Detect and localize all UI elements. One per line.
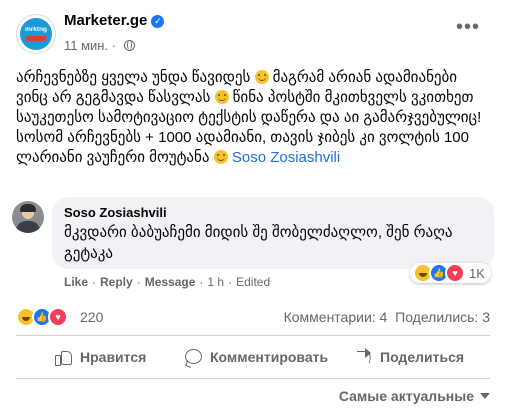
love-reaction-icon: ♥ — [48, 307, 68, 327]
page-logo-text: mrktng — [24, 26, 48, 33]
post-meta: 11 мин. · — [64, 38, 135, 53]
comment-bubble: Soso Zosiashvili მკვდარი ბაბუაჩემი მიდის… — [52, 197, 494, 269]
page-avatar[interactable]: mrktng — [16, 14, 56, 54]
like-icon — [54, 348, 72, 366]
sort-label: Самые актуальные — [338, 388, 474, 404]
caret-down-icon — [480, 393, 490, 399]
comment-edited-label: Edited — [236, 275, 271, 289]
comment-button[interactable]: Комментировать — [184, 345, 328, 369]
reaction-summary: 👍 ♥ 220 Комментарии: 4 Поделились: 3 — [16, 303, 490, 331]
comment-button-label: Комментировать — [210, 349, 329, 365]
page-logo: mrktng — [20, 18, 52, 50]
like-button[interactable]: Нравится — [54, 345, 146, 369]
comment-time[interactable]: 1 h — [207, 275, 224, 289]
like-button-label: Нравится — [80, 349, 147, 365]
comment-icon — [184, 348, 202, 366]
shares-count-link[interactable]: Поделились: 3 — [395, 309, 490, 325]
more-icon[interactable]: ••• — [452, 17, 484, 40]
love-reaction-icon: ♥ — [445, 263, 465, 283]
comment-message-link[interactable]: Message — [145, 275, 196, 289]
post-text-part1: არჩევნებზე ყველა უნდა წავიდეს — [16, 69, 251, 86]
post-stats: Комментарии: 4 Поделились: 3 — [284, 309, 490, 325]
post-reaction-count[interactable]: 220 — [80, 309, 103, 325]
comments-count-link[interactable]: Комментарии: 4 — [284, 309, 388, 325]
comment-reactions[interactable]: 👍 ♥ 1K — [410, 263, 491, 283]
comment-reaction-count: 1K — [469, 265, 485, 281]
post-reactions[interactable]: 👍 ♥ — [16, 307, 68, 327]
share-button-label: Поделиться — [380, 349, 465, 365]
comment-author[interactable]: Soso Zosiashvili — [64, 204, 482, 221]
comment-reply-link[interactable]: Reply — [100, 275, 133, 289]
post-header: mrktng Marketer.ge ✓ 11 мин. · ••• — [0, 0, 506, 62]
post-text: არჩევნებზე ყველა უნდა წავიდეს მაგრამ არი… — [16, 68, 492, 168]
smile-emoji-icon — [214, 90, 229, 104]
comment-sort-dropdown[interactable]: Самые актуальные — [339, 388, 490, 404]
page-logo-strip — [26, 36, 46, 41]
mention-link[interactable]: Soso Zosiashvili — [232, 149, 340, 166]
page-name[interactable]: Marketer.ge — [64, 12, 147, 29]
smile-emoji-icon — [213, 150, 228, 164]
comment-actions: Like · Reply · Message · 1 h · Edited — [64, 275, 271, 289]
share-icon — [354, 348, 372, 366]
comment-text: მკვდარი ბაბუაჩემი მიდის შე შობელძაღლო, შ… — [64, 224, 453, 262]
commenter-avatar[interactable] — [12, 201, 44, 233]
divider — [16, 335, 490, 336]
comment-like-link[interactable]: Like — [64, 275, 88, 289]
share-button[interactable]: Поделиться — [354, 345, 464, 369]
globe-icon[interactable] — [123, 40, 135, 51]
post-card: mrktng Marketer.ge ✓ 11 мин. · ••• არჩევნ… — [0, 0, 506, 416]
divider — [16, 378, 490, 379]
page-name-row: Marketer.ge ✓ — [64, 12, 165, 29]
meta-separator: · — [111, 38, 117, 53]
verified-icon: ✓ — [151, 15, 165, 28]
post-time[interactable]: 11 мин. — [64, 38, 108, 53]
smile-emoji-icon — [254, 70, 269, 84]
